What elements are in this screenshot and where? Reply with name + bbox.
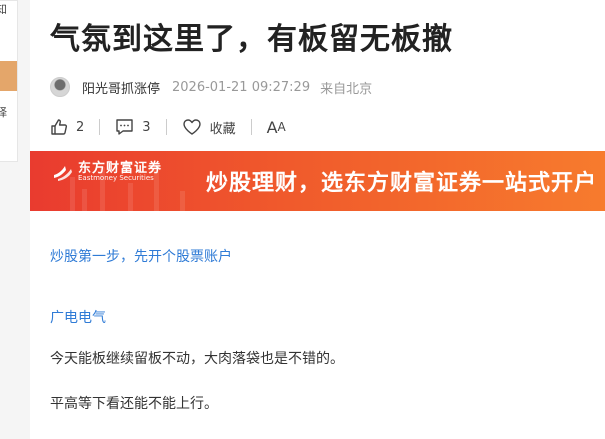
font-size-large-glyph: A [266, 117, 278, 137]
left-sidebar-card[interactable]: 知 择 [0, 0, 18, 162]
divider [250, 119, 252, 135]
author-name[interactable]: 阳光哥抓涨停 [82, 78, 160, 97]
logo-name-cn: 东方财富证券 [78, 160, 163, 176]
left-sidebar-fragment-top: 知 [0, 3, 7, 16]
like-button[interactable]: 2 [50, 118, 84, 136]
left-sidebar-highlight[interactable] [0, 61, 17, 91]
ad-banner[interactable]: 东方财富证券 Eastmoney Securities 炒股理财，选东方财富证券… [30, 151, 605, 211]
banner-candle-decoration [128, 183, 133, 211]
author-row: 阳光哥抓涨停 2026-01-21 09:27:29 来自北京 [50, 76, 372, 98]
publish-time: 2026-01-21 09:27:29 [172, 79, 311, 95]
article-panel: 气氛到这里了，有板留无板撤 阳光哥抓涨停 2026-01-21 09:27:29… [30, 0, 605, 439]
banner-slogan: 炒股理财，选东方财富证券一站式开户 [206, 171, 598, 196]
comment-count: 3 [142, 119, 151, 135]
stock-link[interactable]: 广电电气 [50, 307, 106, 327]
open-account-link[interactable]: 炒股第一步，先开个股票账户 [50, 246, 232, 266]
comment-button[interactable]: 3 [115, 118, 151, 136]
banner-candle-decoration [180, 191, 185, 211]
publish-location: 来自北京 [320, 81, 373, 97]
like-count: 2 [76, 119, 85, 135]
left-sidebar-fragment-bottom: 择 [0, 106, 7, 119]
article-title: 气氛到这里了，有板留无板撤 [50, 22, 453, 57]
divider [165, 119, 167, 135]
favorite-label: 收藏 [209, 121, 236, 137]
left-sidebar: 知 择 [0, 0, 19, 439]
article-paragraph: 平高等下看还能不能上行。 [50, 396, 218, 412]
action-bar: 2 3 收藏 AA [50, 116, 286, 138]
avatar[interactable] [50, 77, 70, 97]
article-paragraph: 今天能板继续留板不动，大肉落袋也是不错的。 [50, 351, 344, 367]
logo-name-en: Eastmoney Securities [78, 174, 154, 183]
font-size-button[interactable]: AA [267, 118, 286, 137]
thumbs-up-icon [50, 118, 68, 136]
font-size-small-glyph: A [277, 120, 286, 134]
eastmoney-logo-text: 东方财富证券 Eastmoney Securities [78, 160, 163, 183]
eastmoney-logo: 东方财富证券 Eastmoney Securities [52, 161, 162, 183]
favorite-button[interactable]: 收藏 [182, 118, 236, 137]
eastmoney-logo-icon [54, 166, 72, 181]
comment-icon [115, 118, 134, 136]
banner-candle-decoration [82, 189, 87, 211]
heart-icon [182, 118, 202, 136]
divider [99, 119, 101, 135]
